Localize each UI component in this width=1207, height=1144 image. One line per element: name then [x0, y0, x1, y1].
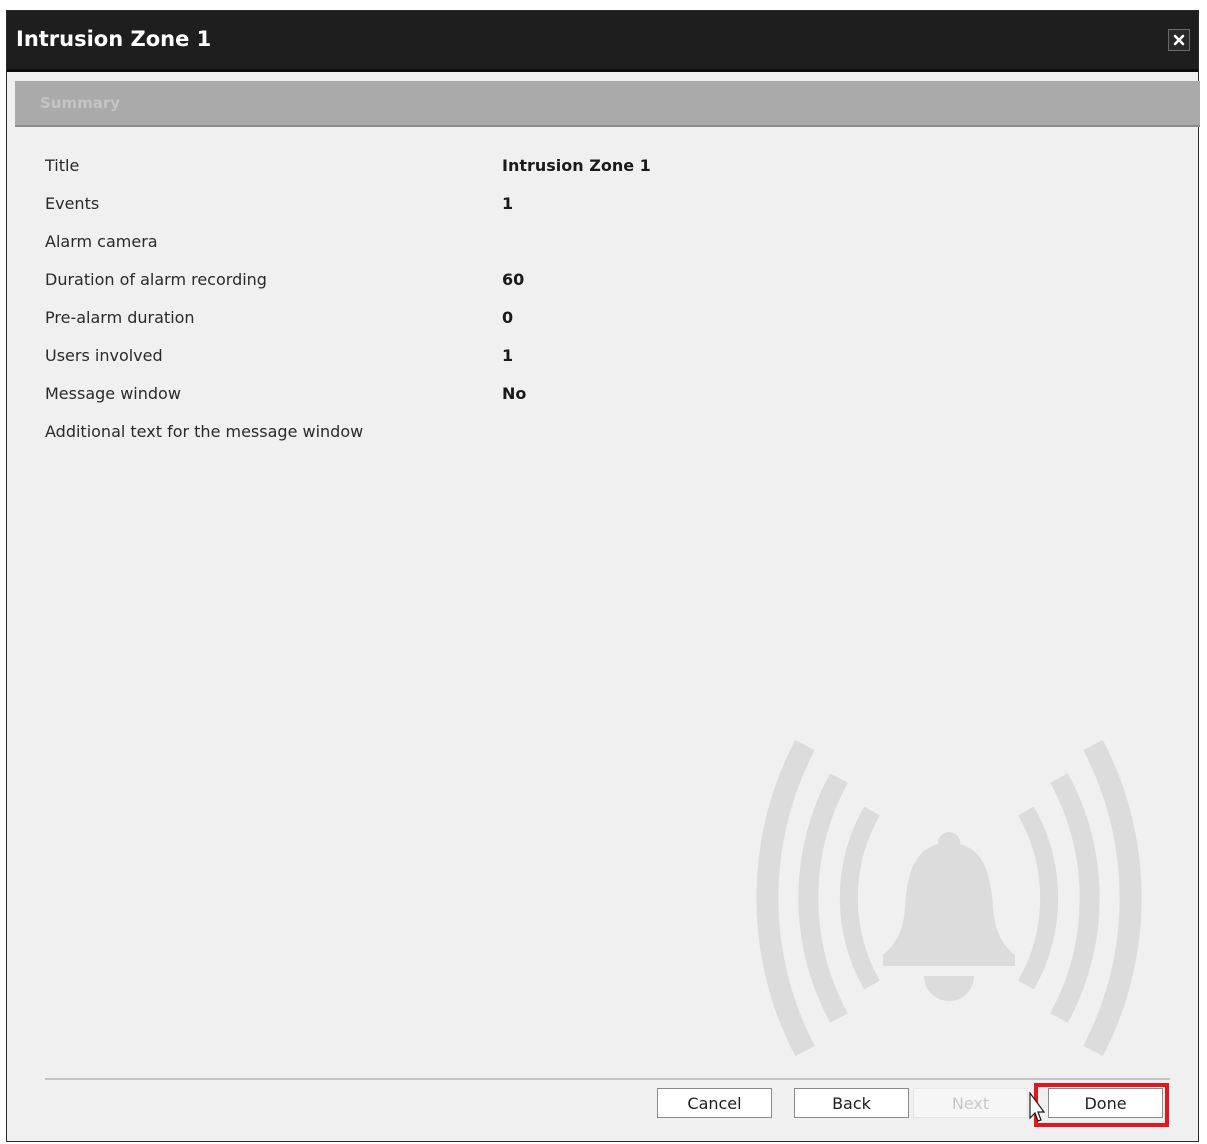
row-label: Users involved — [45, 346, 163, 365]
cancel-button[interactable]: Cancel — [657, 1088, 772, 1118]
row-value: No — [502, 384, 527, 403]
row-label: Title — [45, 156, 80, 175]
row-label: Duration of alarm recording — [45, 270, 267, 289]
summary-row-alarm-camera: Alarm camera — [45, 232, 1045, 270]
row-label: Additional text for the message window — [45, 422, 364, 441]
row-label: Events — [45, 194, 100, 213]
alarm-bell-icon — [756, 739, 1142, 1057]
done-button[interactable]: Done — [1048, 1088, 1163, 1118]
summary-row-duration: Duration of alarm recording 60 — [45, 270, 1045, 308]
close-button[interactable] — [1168, 29, 1190, 51]
next-button: Next — [913, 1088, 1028, 1118]
summary-row-pre-alarm: Pre-alarm duration 0 — [45, 308, 1045, 346]
mouse-pointer-icon — [1029, 1092, 1045, 1122]
row-label: Alarm camera — [45, 232, 158, 251]
summary-row-additional-text: Additional text for the message window — [45, 422, 1045, 460]
back-button[interactable]: Back — [794, 1088, 909, 1118]
summary-row-users: Users involved 1 — [45, 346, 1045, 384]
row-value: 0 — [502, 308, 514, 327]
summary-row-title: Title Intrusion Zone 1 — [45, 156, 1045, 194]
close-icon — [1173, 34, 1185, 46]
window-title: Intrusion Zone 1 — [16, 27, 212, 51]
summary-row-events: Events 1 — [45, 194, 1045, 232]
section-title: Summary — [40, 94, 121, 112]
summary-table: Title Intrusion Zone 1 Events 1 Alarm ca… — [45, 156, 1045, 460]
section-header: Summary — [15, 81, 1200, 127]
footer-divider — [45, 1078, 1170, 1080]
row-value: 60 — [502, 270, 525, 289]
title-bar: Intrusion Zone 1 — [7, 11, 1198, 72]
row-label: Pre-alarm duration — [45, 308, 195, 327]
row-value: 1 — [502, 346, 514, 365]
summary-row-message-window: Message window No — [45, 384, 1045, 422]
row-label: Message window — [45, 384, 181, 403]
alarm-wizard-dialog: Intrusion Zone 1 Summary Title Intrusion… — [6, 10, 1200, 1142]
row-value: 1 — [502, 194, 514, 213]
row-value: Intrusion Zone 1 — [502, 156, 651, 175]
